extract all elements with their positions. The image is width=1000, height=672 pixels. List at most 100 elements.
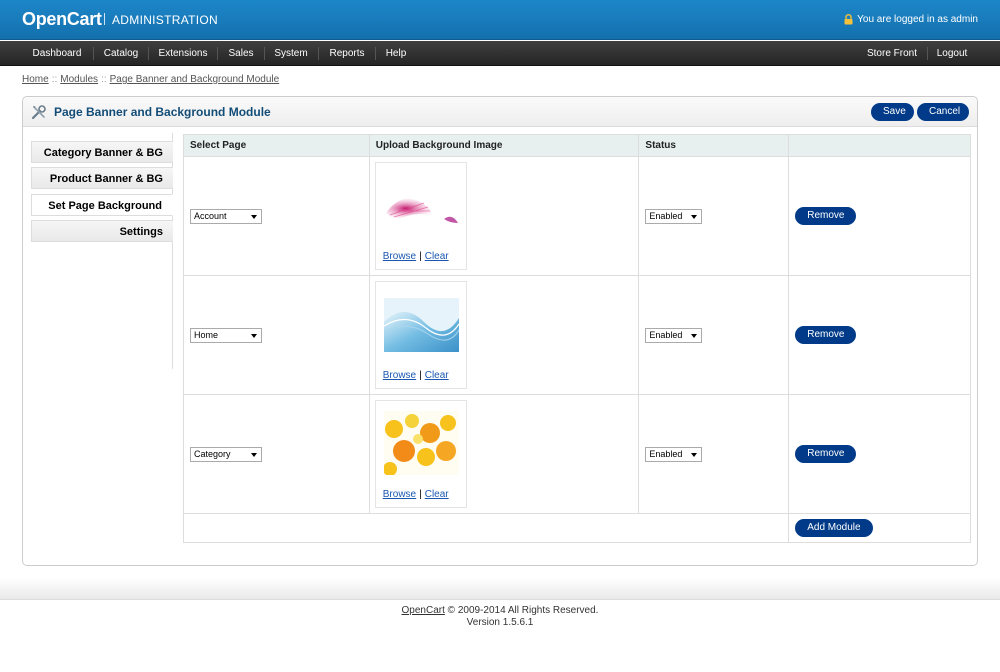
status-select[interactable]: Enabled <box>645 208 703 224</box>
menu-divider <box>264 47 265 60</box>
menu-extensions[interactable]: Extensions <box>151 41 215 66</box>
page-cell: Account <box>183 156 370 276</box>
menu-system[interactable]: System <box>267 41 315 66</box>
status-cell: Enabled <box>638 275 790 395</box>
page-cell: Category <box>183 394 370 514</box>
table-row: Category Browse | Clear Enabled Remove <box>183 394 971 514</box>
main-menu: Dashboard Catalog Extensions Sales Syste… <box>0 41 1000 66</box>
chevron-down-icon <box>251 214 257 219</box>
browse-link[interactable]: Browse <box>383 370 416 381</box>
page-select[interactable]: Category <box>190 446 262 462</box>
save-button[interactable]: Save <box>871 103 914 121</box>
menu-store-front[interactable]: Store Front <box>860 41 924 66</box>
remove-button[interactable]: Remove <box>795 445 857 463</box>
page-select-value: Home <box>194 329 219 340</box>
menu-divider <box>217 47 218 60</box>
footer-copyright: © 2009-2014 All Rights Reserved. <box>447 605 599 616</box>
admin-label: ADMINISTRATION <box>112 13 218 27</box>
opencart-logo[interactable]: OpenCart <box>22 9 102 30</box>
image-links: Browse | Clear <box>383 370 449 381</box>
logo-divider <box>104 13 105 25</box>
chevron-down-icon <box>691 333 698 338</box>
pink-feather-thumbnail[interactable] <box>384 173 459 237</box>
menu-logout[interactable]: Logout <box>930 41 974 66</box>
orange-bubbles-thumbnail[interactable] <box>383 411 459 475</box>
status-select[interactable]: Enabled <box>645 446 703 462</box>
clear-link[interactable]: Clear <box>425 370 449 381</box>
footer-opencart-link[interactable]: OpenCart <box>402 605 445 616</box>
chevron-down-icon <box>251 333 257 338</box>
menu-divider <box>148 47 149 60</box>
clear-link[interactable]: Clear <box>425 251 449 262</box>
column-header-upload-image: Upload Background Image <box>368 134 640 157</box>
remove-button[interactable]: Remove <box>795 207 857 225</box>
image-links: Browse | Clear <box>383 251 449 262</box>
page-select[interactable]: Home <box>190 327 262 343</box>
menu-divider <box>927 47 928 60</box>
action-cell: Remove <box>788 394 971 514</box>
menu-help[interactable]: Help <box>378 41 414 66</box>
column-header-action <box>788 134 971 157</box>
table-footer-row: Add Module <box>182 513 971 543</box>
breadcrumb-home[interactable]: Home <box>22 74 49 85</box>
clear-link[interactable]: Clear <box>425 489 449 500</box>
menu-divider <box>93 47 94 60</box>
footer-band <box>0 578 1000 600</box>
tab-set-page-background[interactable]: Set Page Background <box>31 194 173 216</box>
browse-link[interactable]: Browse <box>383 489 416 500</box>
page-select[interactable]: Account <box>190 208 262 224</box>
page-title: Page Banner and Background Module <box>54 105 271 119</box>
status-select[interactable]: Enabled <box>645 327 703 343</box>
browse-link[interactable]: Browse <box>383 251 416 262</box>
image-card: Browse | Clear <box>374 162 467 270</box>
tools-icon <box>31 105 46 120</box>
status-select-value: Enabled <box>649 448 683 459</box>
menu-divider <box>318 47 319 60</box>
column-header-select-page: Select Page <box>183 134 370 157</box>
image-cell: Browse | Clear <box>368 275 640 395</box>
image-card: Browse | Clear <box>374 281 467 389</box>
table-row: Home Browse | Clear Enabled Remove <box>183 275 971 395</box>
footer-copyright-line: OpenCart © 2009-2014 All Rights Reserved… <box>0 605 1000 617</box>
action-cell: Remove <box>788 156 971 276</box>
vertical-tabs: Category Banner & BG Product Banner & BG… <box>31 133 173 369</box>
empty-cell <box>182 513 790 543</box>
footer: OpenCart © 2009-2014 All Rights Reserved… <box>0 605 1000 629</box>
menu-divider <box>375 47 376 60</box>
logged-in-status: You are logged in as admin <box>844 14 978 25</box>
breadcrumb-current[interactable]: Page Banner and Background Module <box>110 74 280 85</box>
link-separator: | <box>419 251 422 262</box>
remove-button[interactable]: Remove <box>795 326 857 344</box>
image-cell: Browse | Clear <box>368 394 640 514</box>
menu-reports[interactable]: Reports <box>321 41 373 66</box>
add-module-button[interactable]: Add Module <box>795 519 873 537</box>
cancel-button[interactable]: Cancel <box>917 103 969 121</box>
action-cell: Remove <box>788 275 971 395</box>
menu-catalog[interactable]: Catalog <box>96 41 146 66</box>
image-cell: Browse | Clear <box>368 156 640 276</box>
status-select-value: Enabled <box>649 329 683 340</box>
tab-category-banner[interactable]: Category Banner & BG <box>31 141 173 163</box>
status-cell: Enabled <box>638 394 790 514</box>
menu-dashboard[interactable]: Dashboard <box>24 41 90 66</box>
add-module-cell: Add Module <box>788 513 971 543</box>
footer-version: Version 1.5.6.1 <box>466 617 534 628</box>
box-heading: Page Banner and Background Module Save C… <box>23 97 977 127</box>
chevron-down-icon <box>691 214 698 219</box>
tab-product-banner[interactable]: Product Banner & BG <box>31 167 173 189</box>
link-separator: | <box>419 370 422 381</box>
link-separator: | <box>419 489 422 500</box>
page-cell: Home <box>183 275 370 395</box>
lock-icon <box>844 14 853 25</box>
status-cell: Enabled <box>638 156 790 276</box>
breadcrumb-modules[interactable]: Modules <box>60 74 98 85</box>
table-row: Account Browse | Clear Enabled Remove <box>183 156 971 276</box>
breadcrumb: Home:: Modules:: Page Banner and Backgroun… <box>22 74 279 85</box>
tab-settings[interactable]: Settings <box>31 220 173 242</box>
menu-sales[interactable]: Sales <box>220 41 262 66</box>
top-header: OpenCart ADMINISTRATION You are logged i… <box>0 0 1000 40</box>
page-select-value: Account <box>194 210 227 221</box>
blue-waves-thumbnail[interactable] <box>383 292 459 356</box>
status-select-value: Enabled <box>649 210 683 221</box>
image-links: Browse | Clear <box>383 489 449 500</box>
